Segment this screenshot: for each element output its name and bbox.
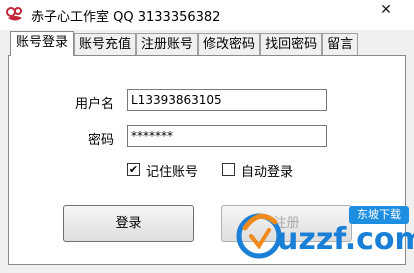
auto-login-label: 自动登录 [241, 165, 294, 180]
watermark-logo-icon [236, 213, 282, 259]
password-label: 密码 [88, 133, 115, 148]
tab-register[interactable]: 注册账号 [136, 33, 199, 55]
tab-account-recharge[interactable]: 账号充值 [74, 33, 137, 55]
tab-account-login[interactable]: 账号登录 [10, 31, 75, 56]
app-window: 赤子心工作室 QQ 3133356382 ✕ 账号登录 账号充值 注册账号 修改… [0, 0, 414, 273]
close-icon: ✕ [380, 2, 392, 18]
remember-account-checkbox[interactable]: ✔ [127, 163, 140, 176]
username-label: 用户名 [75, 97, 115, 112]
close-button[interactable]: ✕ [366, 0, 406, 20]
title-bar: 赤子心工作室 QQ 3133356382 ✕ [0, 0, 414, 30]
window-title: 赤子心工作室 QQ 3133356382 [31, 10, 221, 25]
username-input[interactable]: L13393863105 [127, 89, 327, 111]
tab-strip: 账号登录 账号充值 注册账号 修改密码 找回密码 留言 [10, 31, 359, 56]
login-button[interactable]: 登录 [63, 205, 194, 242]
watermark-text: uzzf.com [277, 222, 414, 257]
tab-message[interactable]: 留言 [322, 33, 359, 55]
watermark: 东坡下载 uzzf.com [229, 202, 414, 264]
auto-login-checkbox[interactable] [222, 163, 235, 176]
password-input[interactable]: ******* [127, 125, 327, 147]
remember-account-label: 记住账号 [146, 165, 199, 180]
tab-recover-password[interactable]: 找回密码 [260, 33, 323, 55]
tab-change-password[interactable]: 修改密码 [198, 33, 261, 55]
app-logo-icon [6, 7, 22, 21]
